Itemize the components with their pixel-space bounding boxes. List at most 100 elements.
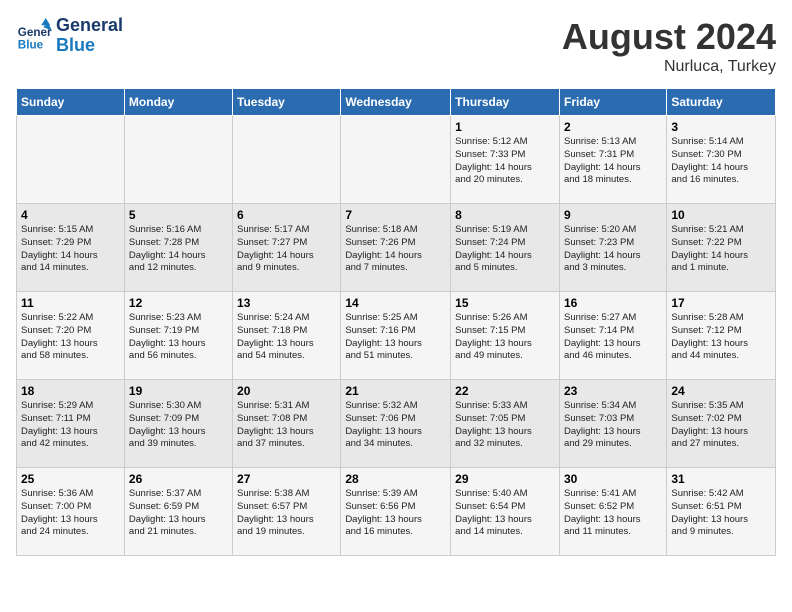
day-header-friday: Friday: [559, 89, 666, 116]
day-content: Sunrise: 5:38 AMSunset: 6:57 PMDaylight:…: [237, 488, 336, 539]
day-number: 18: [21, 384, 120, 398]
day-content: Sunrise: 5:29 AMSunset: 7:11 PMDaylight:…: [21, 400, 120, 451]
day-content: Sunrise: 5:37 AMSunset: 6:59 PMDaylight:…: [129, 488, 228, 539]
calendar-cell: 22Sunrise: 5:33 AMSunset: 7:05 PMDayligh…: [451, 380, 560, 468]
day-header-monday: Monday: [124, 89, 232, 116]
day-content: Sunrise: 5:16 AMSunset: 7:28 PMDaylight:…: [129, 224, 228, 275]
calendar-cell: 29Sunrise: 5:40 AMSunset: 6:54 PMDayligh…: [451, 468, 560, 556]
calendar-cell: 3 Sunrise: 5:14 AMSunset: 7:30 PMDaylight…: [667, 116, 776, 204]
day-number: 31: [671, 472, 771, 486]
day-number: 12: [129, 296, 228, 310]
day-number: 23: [564, 384, 662, 398]
week-row-4: 18 Sunrise: 5:29 AMSunset: 7:11 PMDayligh…: [17, 380, 776, 468]
day-content: Sunrise: 5:36 AMSunset: 7:00 PMDaylight:…: [21, 488, 120, 539]
day-number: 13: [237, 296, 336, 310]
day-content: Sunrise: 5:28 AMSunset: 7:12 PMDaylight:…: [671, 312, 771, 363]
day-number: 7: [345, 208, 446, 222]
logo-text: General Blue: [56, 16, 123, 56]
calendar-cell: 11Sunrise: 5:22 AMSunset: 7:20 PMDayligh…: [17, 292, 125, 380]
calendar-cell: 6 Sunrise: 5:17 AMSunset: 7:27 PMDaylight…: [233, 204, 341, 292]
day-content: Sunrise: 5:34 AMSunset: 7:03 PMDaylight:…: [564, 400, 662, 451]
title-block: August 2024 Nurluca, Turkey: [562, 16, 776, 76]
day-content: Sunrise: 5:32 AMSunset: 7:06 PMDaylight:…: [345, 400, 446, 451]
calendar-cell: 19 Sunrise: 5:30 AMSunset: 7:09 PMDayligh…: [124, 380, 232, 468]
day-header-tuesday: Tuesday: [233, 89, 341, 116]
day-content: Sunrise: 5:20 AMSunset: 7:23 PMDaylight:…: [564, 224, 662, 275]
day-content: Sunrise: 5:39 AMSunset: 6:56 PMDaylight:…: [345, 488, 446, 539]
day-content: Sunrise: 5:14 AMSunset: 7:30 PMDaylight:…: [671, 136, 771, 187]
day-number: 2: [564, 120, 662, 134]
day-number: 5: [129, 208, 228, 222]
day-header-saturday: Saturday: [667, 89, 776, 116]
day-number: 24: [671, 384, 771, 398]
day-number: 17: [671, 296, 771, 310]
calendar-cell: 10Sunrise: 5:21 AMSunset: 7:22 PMDayligh…: [667, 204, 776, 292]
calendar-cell: 26 Sunrise: 5:37 AMSunset: 6:59 PMDayligh…: [124, 468, 232, 556]
calendar-cell: 16Sunrise: 5:27 AMSunset: 7:14 PMDayligh…: [559, 292, 666, 380]
calendar-cell: 15Sunrise: 5:26 AMSunset: 7:15 PMDayligh…: [451, 292, 560, 380]
day-number: 25: [21, 472, 120, 486]
calendar-cell: 28Sunrise: 5:39 AMSunset: 6:56 PMDayligh…: [341, 468, 451, 556]
page-header: General Blue General Blue August 2024 Nu…: [16, 16, 776, 76]
location-subtitle: Nurluca, Turkey: [562, 58, 776, 76]
calendar-cell: 25 Sunrise: 5:36 AMSunset: 7:00 PMDayligh…: [17, 468, 125, 556]
day-header-sunday: Sunday: [17, 89, 125, 116]
day-content: Sunrise: 5:12 AMSunset: 7:33 PMDaylight:…: [455, 136, 555, 187]
calendar-cell: 4Sunrise: 5:15 AMSunset: 7:29 PMDaylight…: [17, 204, 125, 292]
week-row-5: 25 Sunrise: 5:36 AMSunset: 7:00 PMDayligh…: [17, 468, 776, 556]
day-number: 6: [237, 208, 336, 222]
day-number: 27: [237, 472, 336, 486]
day-number: 1: [455, 120, 555, 134]
day-number: 4: [21, 208, 120, 222]
day-content: Sunrise: 5:40 AMSunset: 6:54 PMDaylight:…: [455, 488, 555, 539]
calendar-cell: [124, 116, 232, 204]
calendar-cell: 2 Sunrise: 5:13 AMSunset: 7:31 PMDaylight…: [559, 116, 666, 204]
calendar-cell: 8 Sunrise: 5:19 AMSunset: 7:24 PMDaylight…: [451, 204, 560, 292]
day-number: 9: [564, 208, 662, 222]
calendar-table: SundayMondayTuesdayWednesdayThursdayFrid…: [16, 88, 776, 556]
month-title: August 2024: [562, 16, 776, 58]
calendar-cell: [341, 116, 451, 204]
day-content: Sunrise: 5:25 AMSunset: 7:16 PMDaylight:…: [345, 312, 446, 363]
calendar-cell: 21 Sunrise: 5:32 AMSunset: 7:06 PMDayligh…: [341, 380, 451, 468]
day-content: Sunrise: 5:26 AMSunset: 7:15 PMDaylight:…: [455, 312, 555, 363]
day-content: Sunrise: 5:35 AMSunset: 7:02 PMDaylight:…: [671, 400, 771, 451]
day-content: Sunrise: 5:17 AMSunset: 7:27 PMDaylight:…: [237, 224, 336, 275]
day-number: 21: [345, 384, 446, 398]
calendar-cell: 12Sunrise: 5:23 AMSunset: 7:19 PMDayligh…: [124, 292, 232, 380]
calendar-cell: 24 Sunrise: 5:35 AMSunset: 7:02 PMDayligh…: [667, 380, 776, 468]
calendar-cell: 18 Sunrise: 5:29 AMSunset: 7:11 PMDayligh…: [17, 380, 125, 468]
logo-icon: General Blue: [16, 18, 52, 54]
day-header-wednesday: Wednesday: [341, 89, 451, 116]
calendar-cell: 20Sunrise: 5:31 AMSunset: 7:08 PMDayligh…: [233, 380, 341, 468]
week-row-1: 1 Sunrise: 5:12 AMSunset: 7:33 PMDaylight…: [17, 116, 776, 204]
day-number: 3: [671, 120, 771, 134]
calendar-cell: 30 Sunrise: 5:41 AMSunset: 6:52 PMDayligh…: [559, 468, 666, 556]
day-number: 19: [129, 384, 228, 398]
calendar-cell: 27 Sunrise: 5:38 AMSunset: 6:57 PMDayligh…: [233, 468, 341, 556]
calendar-cell: 31Sunrise: 5:42 AMSunset: 6:51 PMDayligh…: [667, 468, 776, 556]
day-number: 16: [564, 296, 662, 310]
day-number: 10: [671, 208, 771, 222]
day-number: 14: [345, 296, 446, 310]
day-number: 8: [455, 208, 555, 222]
day-content: Sunrise: 5:13 AMSunset: 7:31 PMDaylight:…: [564, 136, 662, 187]
day-content: Sunrise: 5:24 AMSunset: 7:18 PMDaylight:…: [237, 312, 336, 363]
calendar-cell: [233, 116, 341, 204]
calendar-cell: 5 Sunrise: 5:16 AMSunset: 7:28 PMDaylight…: [124, 204, 232, 292]
calendar-cell: 17 Sunrise: 5:28 AMSunset: 7:12 PMDayligh…: [667, 292, 776, 380]
days-of-week-row: SundayMondayTuesdayWednesdayThursdayFrid…: [17, 89, 776, 116]
day-number: 30: [564, 472, 662, 486]
day-number: 26: [129, 472, 228, 486]
day-content: Sunrise: 5:19 AMSunset: 7:24 PMDaylight:…: [455, 224, 555, 275]
calendar-cell: 1 Sunrise: 5:12 AMSunset: 7:33 PMDaylight…: [451, 116, 560, 204]
day-content: Sunrise: 5:30 AMSunset: 7:09 PMDaylight:…: [129, 400, 228, 451]
day-number: 20: [237, 384, 336, 398]
day-content: Sunrise: 5:41 AMSunset: 6:52 PMDaylight:…: [564, 488, 662, 539]
calendar-cell: [17, 116, 125, 204]
calendar-cell: 9 Sunrise: 5:20 AMSunset: 7:23 PMDaylight…: [559, 204, 666, 292]
day-content: Sunrise: 5:18 AMSunset: 7:26 PMDaylight:…: [345, 224, 446, 275]
calendar-cell: 14 Sunrise: 5:25 AMSunset: 7:16 PMDayligh…: [341, 292, 451, 380]
calendar-header: SundayMondayTuesdayWednesdayThursdayFrid…: [17, 89, 776, 116]
day-number: 11: [21, 296, 120, 310]
